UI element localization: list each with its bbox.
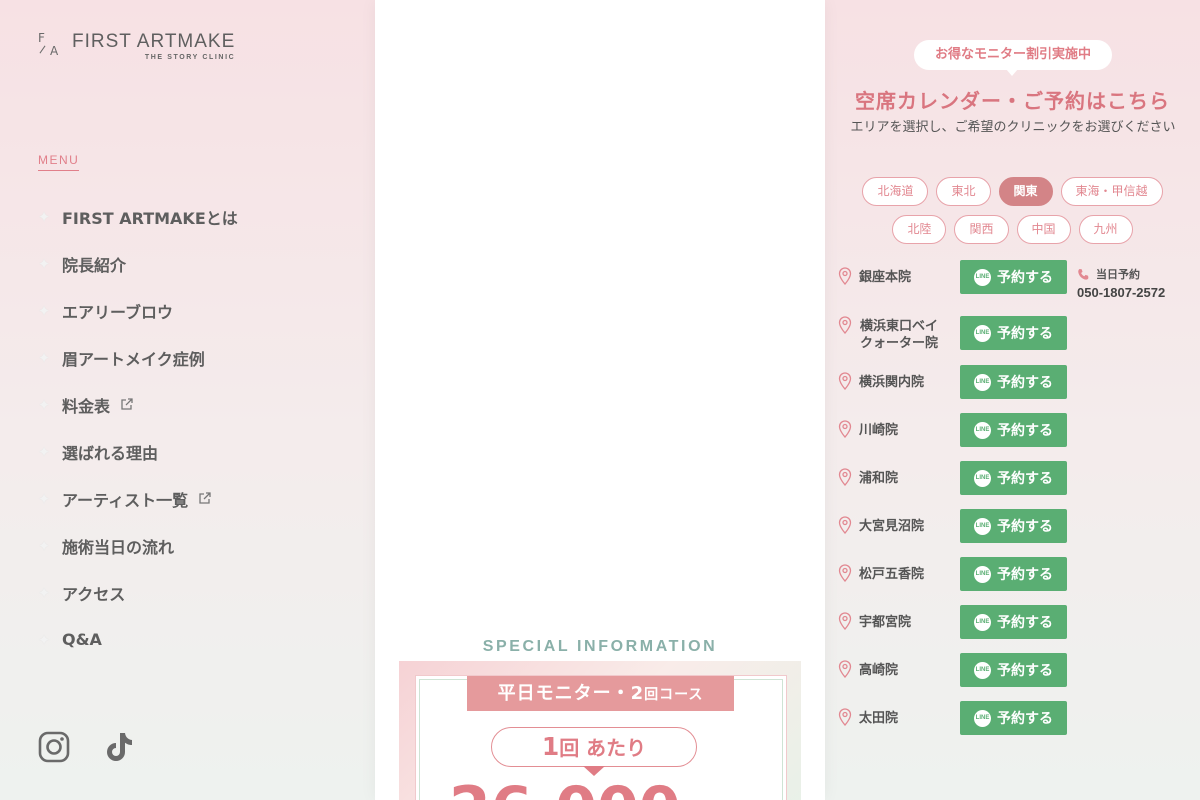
nav-item-about[interactable]: ✦ FIRST ARTMAKEとは	[36, 193, 238, 240]
map-pin-icon	[838, 660, 852, 678]
main-nav: ✦ FIRST ARTMAKEとは ✦ 院長紹介 ✦ エアリーブロウ ✦ 眉アートメイク…	[36, 193, 238, 663]
nav-item-artists[interactable]: ✦ アーティスト一覧	[36, 475, 238, 522]
same-day-phone[interactable]: 当日予約 050-1807-2572	[1077, 266, 1165, 300]
map-pin-icon	[838, 267, 852, 285]
nav-item-director[interactable]: ✦ 院長紹介	[36, 240, 238, 287]
map-pin-icon	[838, 564, 852, 582]
external-link-icon	[199, 492, 211, 504]
brand-name: FIRST ARTMAKE	[72, 31, 236, 52]
nav-item-cases[interactable]: ✦ 眉アートメイク症例	[36, 334, 238, 381]
map-pin-icon	[838, 468, 852, 486]
map-pin-icon	[838, 316, 852, 334]
reserve-button[interactable]: LINE 予約する	[960, 413, 1067, 447]
line-icon: LINE	[974, 268, 991, 286]
nav-item-pricing[interactable]: ✦ 料金表	[36, 381, 238, 428]
reserve-button[interactable]: LINE 予約する	[960, 260, 1067, 294]
main-content: SPECIAL INFORMATION 平日モニター・2回コース 1回 あたり …	[375, 0, 825, 800]
reservation-panel: お得なモニター割引実施中 空席カレンダー・ご予約はこちら エリアを選択し、ご希望…	[825, 0, 1200, 800]
clinic-name: 太田院	[859, 711, 899, 726]
phone-icon	[1078, 268, 1089, 280]
area-selector: 北海道 東北 関東 東海・甲信越 北陸 関西 中国 九州	[825, 177, 1200, 253]
clinic-name: 川崎院	[859, 423, 899, 438]
line-icon: LINE	[974, 469, 991, 487]
reserve-button[interactable]: LINE 予約する	[960, 557, 1067, 591]
map-pin-icon	[838, 420, 852, 438]
nav-item-access[interactable]: ✦ アクセス	[36, 569, 238, 616]
phone-number: 050-1807-2572	[1077, 285, 1166, 300]
reservation-title: 空席カレンダー・ご予約はこちら	[855, 89, 1170, 113]
nav-item-reasons[interactable]: ✦ 選ばれる理由	[36, 428, 238, 475]
reserve-button[interactable]: LINE 予約する	[960, 653, 1067, 687]
clinic-name: 横浜東口ベイ クォーター院	[859, 319, 938, 351]
area-hokuriku[interactable]: 北陸	[892, 215, 947, 244]
area-tohoku[interactable]: 東北	[936, 177, 991, 206]
map-pin-icon	[838, 372, 852, 390]
clinic-name: 銀座本院	[859, 270, 912, 285]
social-links	[38, 731, 134, 763]
sparkle-icon: ✦	[37, 254, 51, 273]
area-chugoku[interactable]: 中国	[1016, 215, 1071, 244]
reserve-button[interactable]: LINE 予約する	[960, 509, 1067, 543]
line-icon: LINE	[974, 517, 991, 535]
sparkle-icon: ✦	[37, 442, 51, 461]
line-icon: LINE	[974, 373, 991, 391]
course-tag: 平日モニター・2回コース	[467, 676, 734, 711]
per-session-pill: 1回 あたり	[491, 727, 697, 767]
reserve-button[interactable]: LINE 予約する	[960, 605, 1067, 639]
price-value: 26,000	[449, 779, 681, 800]
logo-mark: F A	[38, 30, 59, 58]
area-kanto[interactable]: 関東	[998, 177, 1053, 206]
reservation-description: エリアを選択し、ご希望のクリニックをお選びください	[850, 120, 1176, 135]
line-icon: LINE	[974, 661, 991, 679]
map-pin-icon	[838, 516, 852, 534]
clinic-name: 高崎院	[859, 663, 899, 678]
external-link-icon	[121, 398, 133, 410]
reserve-button[interactable]: LINE 予約する	[960, 461, 1067, 495]
area-kansai[interactable]: 関西	[954, 215, 1009, 244]
line-icon: LINE	[974, 421, 991, 439]
map-pin-icon	[838, 612, 852, 630]
line-icon: LINE	[974, 565, 991, 583]
sparkle-icon: ✦	[37, 301, 51, 320]
map-pin-icon	[838, 708, 852, 726]
line-icon: LINE	[974, 613, 991, 631]
sparkle-icon: ✦	[37, 395, 51, 414]
special-info-title: SPECIAL INFORMATION	[482, 638, 718, 655]
reserve-button[interactable]: LINE 予約する	[960, 316, 1067, 350]
area-hokkaido[interactable]: 北海道	[862, 177, 929, 206]
sparkle-icon: ✦	[37, 583, 51, 602]
nav-item-flow[interactable]: ✦ 施術当日の流れ	[36, 522, 238, 569]
clinic-name: 松戸五香院	[859, 567, 925, 582]
reserve-button[interactable]: LINE 予約する	[960, 701, 1067, 735]
menu-label: MENU	[38, 153, 80, 171]
clinic-name: 大宮見沼院	[859, 519, 925, 534]
brand-tagline: THE STORY CLINIC	[144, 54, 236, 61]
sparkle-icon: ✦	[37, 489, 51, 508]
clinic-name: 浦和院	[859, 471, 899, 486]
area-kyushu[interactable]: 九州	[1078, 215, 1133, 244]
nav-item-qa[interactable]: ✦ Q&A	[36, 616, 238, 663]
tiktok-icon[interactable]	[104, 731, 134, 763]
line-icon: LINE	[974, 324, 991, 342]
brand-logo[interactable]: F A FIRST ARTMAKE THE STORY CLINIC	[38, 30, 236, 62]
sparkle-icon: ✦	[37, 207, 51, 226]
same-day-label: 当日予約	[1096, 268, 1140, 281]
monitor-discount-bubble: お得なモニター割引実施中	[914, 40, 1112, 76]
area-tokai-koshinetsu[interactable]: 東海・甲信越	[1060, 177, 1163, 206]
reserve-button[interactable]: LINE 予約する	[960, 365, 1067, 399]
sparkle-icon: ✦	[37, 536, 51, 555]
sparkle-icon: ✦	[37, 630, 51, 649]
clinic-name: 宇都宮院	[859, 615, 912, 630]
sparkle-icon: ✦	[37, 348, 51, 367]
clinic-name: 横浜関内院	[859, 375, 925, 390]
instagram-icon[interactable]	[38, 731, 70, 763]
left-sidebar: F A FIRST ARTMAKE THE STORY CLINIC MENU …	[0, 0, 375, 800]
line-icon: LINE	[974, 709, 991, 727]
special-offer-banner[interactable]: 平日モニター・2回コース 1回 あたり 26,000	[399, 661, 801, 800]
nav-item-airy-brow[interactable]: ✦ エアリーブロウ	[36, 287, 238, 334]
